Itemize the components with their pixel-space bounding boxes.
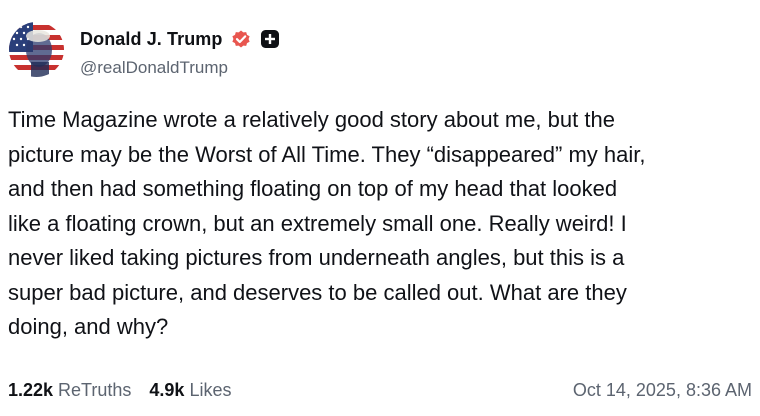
likes-label: Likes bbox=[189, 379, 232, 400]
post-text-line: like a floating crown, but an extremely … bbox=[8, 210, 627, 236]
post-timestamp[interactable]: Oct 14, 2025, 8:36 AM bbox=[573, 380, 752, 401]
retruths-stat[interactable]: 1.22k ReTruths bbox=[8, 380, 131, 401]
post-text-line: super bad picture, and deserves to be ca… bbox=[8, 279, 627, 305]
author-display-name[interactable]: Donald J. Trump bbox=[80, 29, 223, 50]
avatar[interactable] bbox=[9, 22, 64, 77]
post-footer: 1.22k ReTruths 4.9k Likes Oct 14, 2025, … bbox=[8, 376, 752, 404]
retruths-count: 1.22k bbox=[8, 379, 54, 400]
likes-stat[interactable]: 4.9k Likes bbox=[149, 380, 231, 401]
avatar-image bbox=[9, 22, 64, 77]
author-row: Donald J. Trump bbox=[80, 26, 281, 52]
post-text: Time Magazine wrote a relatively good st… bbox=[8, 103, 748, 345]
post-text-line: picture may be the Worst of All Time. Th… bbox=[8, 141, 646, 167]
retruths-label: ReTruths bbox=[58, 379, 132, 400]
post-text-line: never liked taking pictures from underne… bbox=[8, 245, 625, 270]
author-handle[interactable]: @realDonaldTrump bbox=[80, 58, 228, 78]
truth-post: Donald J. Trump @realDonaldTrump Time Ma… bbox=[0, 0, 760, 416]
verified-badge-icon bbox=[230, 28, 252, 50]
post-text-line: doing, and why? bbox=[8, 314, 169, 339]
post-text-line: and then had something floating on top o… bbox=[8, 176, 618, 201]
likes-count: 4.9k bbox=[149, 379, 185, 400]
plus-badge-icon bbox=[259, 28, 281, 50]
post-text-line: Time Magazine wrote a relatively good st… bbox=[8, 107, 615, 132]
